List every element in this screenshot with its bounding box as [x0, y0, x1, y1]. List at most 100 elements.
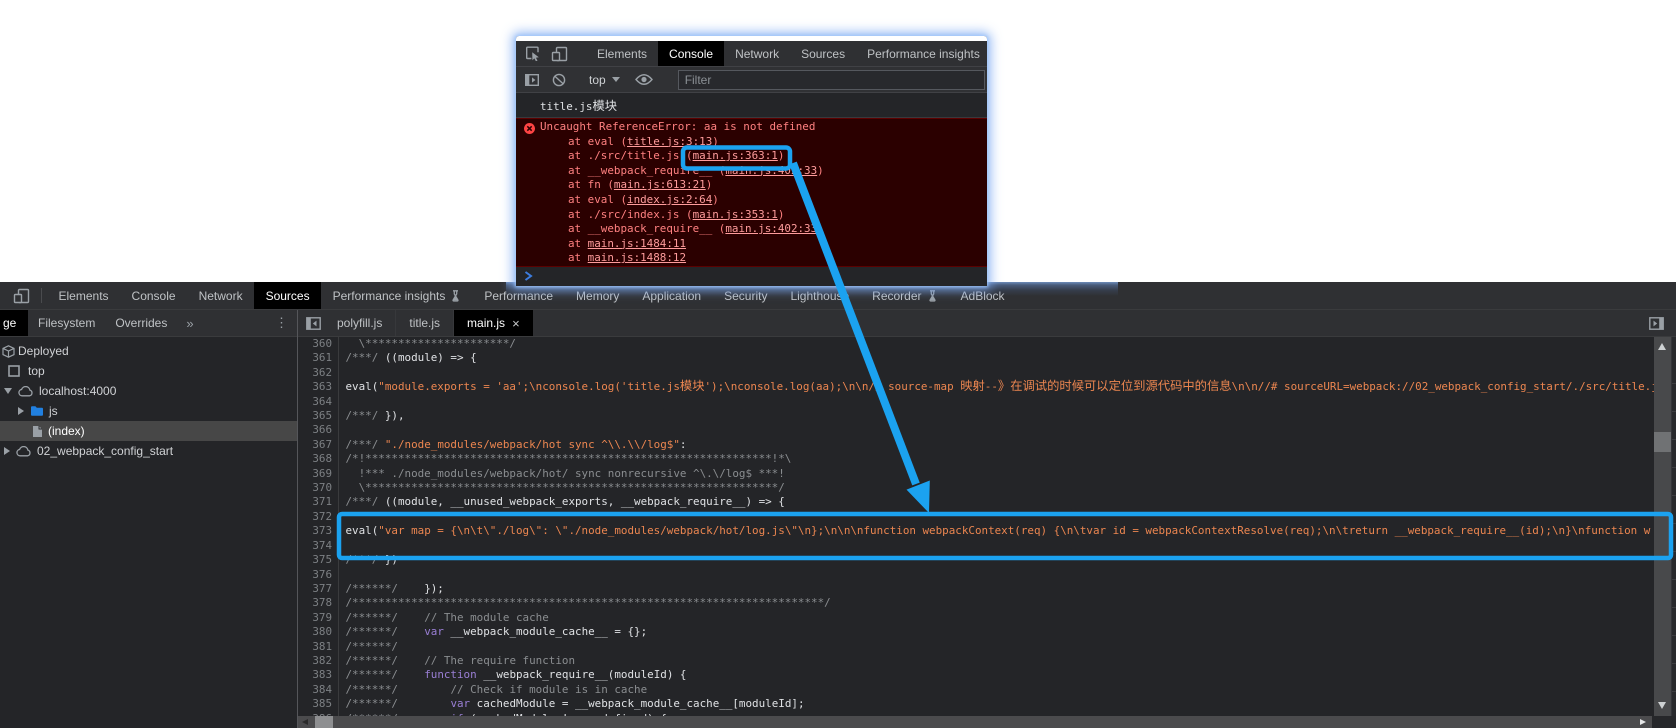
panel-tab-elements[interactable]: Elements	[47, 282, 120, 309]
console-prompt[interactable]	[516, 267, 987, 286]
line-number[interactable]: 383	[298, 668, 339, 683]
line-number[interactable]: 377	[298, 581, 339, 597]
scroll-down-arrow[interactable]	[1658, 702, 1666, 709]
line-number[interactable]: 369	[298, 466, 339, 482]
line-number[interactable]: 365	[298, 409, 339, 424]
window-tab-sources[interactable]: Sources	[790, 41, 856, 66]
scroll-up-arrow[interactable]	[1658, 343, 1666, 350]
tab-label: AdBlock	[960, 288, 1005, 303]
console-filter-input[interactable]: Filter	[677, 69, 985, 90]
editor-tab-main-js[interactable]: main.js ×	[454, 310, 533, 336]
code-editor[interactable]: 360 \**********************/361/***/ ((m…	[298, 337, 1654, 716]
panel-tab-memory[interactable]: Memory	[565, 282, 631, 309]
show-debugger-sidebar-icon[interactable]	[1649, 310, 1664, 336]
panel-tab-security[interactable]: Security	[713, 282, 779, 309]
expanded-arrow-icon[interactable]	[4, 388, 12, 394]
line-number[interactable]: 382	[298, 653, 339, 669]
stack-frame: at __webpack_require__ (main.js:402:33)	[568, 222, 824, 236]
line-number[interactable]: 371	[298, 495, 339, 510]
tree-item-top[interactable]: top	[0, 361, 297, 381]
console-sidebar-icon[interactable]	[516, 73, 539, 86]
panel-tab-lighthouse[interactable]: Lighthouse	[779, 282, 861, 309]
panel-tab-performance-insights[interactable]: Performance insights	[321, 282, 473, 309]
vertical-scroll-thumb[interactable]	[1654, 432, 1671, 452]
line-number[interactable]: 380	[298, 625, 339, 640]
line-number[interactable]: 376	[298, 567, 339, 582]
panel-tab-adblock[interactable]: AdBlock	[949, 282, 1016, 309]
stack-link-title-js-3-13[interactable]: title.js:3:13	[627, 135, 712, 148]
line-number[interactable]: 361	[298, 351, 339, 366]
editor-tab-title-js[interactable]: title.js	[396, 310, 455, 336]
editor-vertical-scrollbar[interactable]	[1654, 337, 1671, 716]
stack-link-main-js-1488-12[interactable]: main.js:1488:12	[588, 251, 686, 264]
tree-item--index-[interactable]: (index)	[0, 421, 297, 441]
window-tab-performance-insights[interactable]: Performance insights	[856, 41, 987, 66]
collapsed-debugger-strip	[1671, 337, 1676, 716]
line-number[interactable]: 385	[298, 697, 339, 712]
scroll-right-arrow[interactable]	[1640, 718, 1646, 725]
window-tab-console[interactable]: Console	[658, 41, 725, 66]
stack-link-main-js-1484-11[interactable]: main.js:1484:11	[588, 237, 686, 250]
line-number[interactable]: 378	[298, 596, 339, 611]
tab-label: Performance insights	[867, 46, 980, 61]
window-tab-elements[interactable]: Elements	[586, 41, 658, 66]
javascript-context-selector[interactable]: top	[589, 73, 620, 87]
line-number[interactable]: 367	[298, 437, 339, 453]
line-content	[339, 510, 346, 524]
error-text: Uncaught ReferenceError: aa is not defin…	[540, 120, 816, 133]
sidebar-nav-tab-ge[interactable]: ge	[0, 310, 28, 336]
hide-navigator-icon[interactable]	[298, 310, 324, 336]
line-number[interactable]: 375	[298, 553, 339, 568]
source-editor: polyfill.js title.js main.js × 360 \*******…	[298, 310, 1676, 728]
stack-link-main-js-402-33[interactable]: main.js:402:33	[725, 164, 817, 177]
line-number[interactable]: 368	[298, 452, 339, 467]
code-line-375: 375 /***/ })	[298, 553, 1654, 568]
stack-link-main-js-353-1[interactable]: main.js:353:1	[693, 208, 778, 221]
line-number[interactable]: 370	[298, 481, 339, 496]
scroll-left-arrow[interactable]	[302, 718, 308, 725]
line-number[interactable]: 384	[298, 682, 339, 698]
line-number[interactable]: 366	[298, 423, 339, 438]
tree-item-js[interactable]: js	[0, 401, 297, 421]
line-number[interactable]: 373	[298, 524, 339, 539]
horizontal-scroll-thumb[interactable]	[315, 716, 333, 728]
tree-item-02-webpack-config-start[interactable]: 02_webpack_config_start	[0, 441, 297, 461]
stack-link-main-js-613-21[interactable]: main.js:613:21	[614, 178, 706, 191]
panel-tab-console[interactable]: Console	[120, 282, 187, 309]
editor-tab-polyfill-js[interactable]: polyfill.js	[324, 310, 397, 336]
line-number[interactable]: 363	[298, 380, 339, 395]
stack-frame: at main.js:1488:12	[568, 251, 687, 265]
line-number[interactable]: 362	[298, 365, 339, 381]
line-number[interactable]: 374	[298, 538, 339, 554]
sidebar-nav-tab-overrides[interactable]: Overrides	[105, 310, 177, 336]
window-tab-network[interactable]: Network	[724, 41, 790, 66]
clear-console-icon[interactable]	[539, 73, 566, 87]
sidebar-nav-tab-filesystem[interactable]: Filesystem	[28, 310, 105, 336]
stack-link-index-js-2-64[interactable]: index.js:2:64	[627, 193, 712, 206]
panel-tab-sources[interactable]: Sources	[254, 282, 322, 309]
close-tab-icon[interactable]: ×	[512, 317, 520, 330]
line-number[interactable]: 379	[298, 610, 339, 626]
code-line-360: 360 \**********************/	[298, 337, 1654, 352]
stack-link-main-js-402-33[interactable]: main.js:402:33	[725, 222, 817, 235]
stack-link-main-js-363-1[interactable]: main.js:363:1	[693, 149, 778, 162]
more-tabs-chevron[interactable]: »	[177, 310, 202, 336]
collapsed-arrow-icon[interactable]	[18, 407, 24, 415]
panel-tab-performance[interactable]: Performance	[473, 282, 565, 309]
device-toolbar-icon[interactable]	[0, 282, 36, 309]
tree-item-localhost-4000[interactable]: localhost:4000	[0, 381, 297, 401]
editor-horizontal-scrollbar[interactable]	[298, 716, 1652, 728]
line-number[interactable]: 372	[298, 509, 339, 525]
overflow-menu-icon[interactable]: ⋮	[275, 310, 288, 336]
panel-tab-recorder[interactable]: Recorder	[861, 282, 949, 309]
line-number[interactable]: 364	[298, 394, 339, 410]
live-expression-eye-icon[interactable]	[625, 73, 653, 86]
panel-tab-network[interactable]: Network	[187, 282, 254, 309]
line-number[interactable]: 381	[298, 639, 339, 654]
collapsed-arrow-icon[interactable]	[4, 447, 10, 455]
tree-item-deployed[interactable]: Deployed	[0, 341, 297, 361]
line-number[interactable]: 360	[298, 337, 339, 352]
inspect-element-icon[interactable]	[516, 41, 540, 66]
panel-tab-application[interactable]: Application	[631, 282, 713, 309]
device-toolbar-icon[interactable]	[540, 41, 568, 66]
